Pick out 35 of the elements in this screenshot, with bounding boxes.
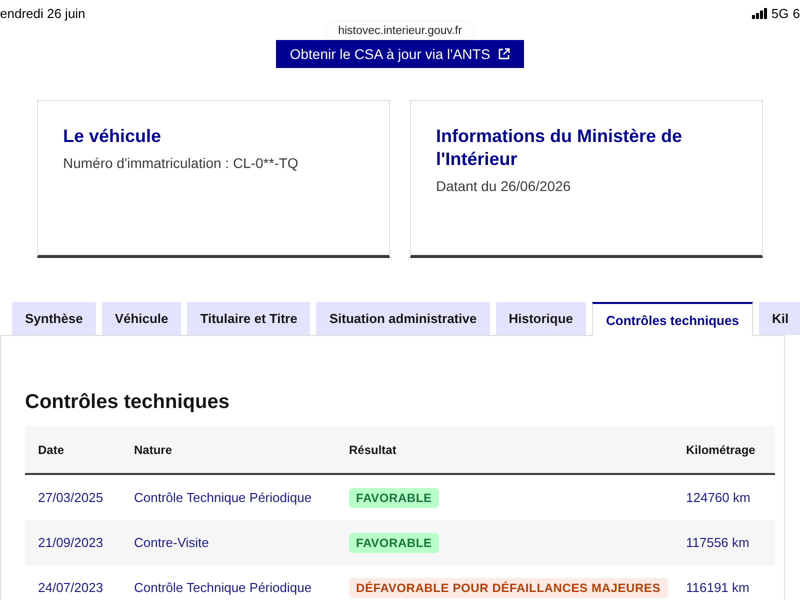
signal-icon: [752, 8, 768, 18]
battery-label: 6: [792, 6, 800, 20]
result-badge: FAVORABLE: [349, 532, 439, 552]
url-address[interactable]: histovec.interieur.gouv.fr: [327, 22, 473, 40]
card-text: Datant du 26/06/2026: [436, 177, 572, 196]
result-badge: FAVORABLE: [349, 488, 439, 508]
network-label: 5G: [771, 6, 789, 20]
tab[interactable]: Historique: [496, 302, 586, 335]
card-text: Numéro d'immatriculation : CL-0**-TQ: [63, 154, 300, 173]
tab[interactable]: Titulaire et Titre: [187, 302, 310, 335]
mileage-cell: 124760 km: [673, 474, 775, 520]
nature-cell: Contrôle Technique Périodique: [121, 474, 336, 520]
mileage-header: Kilométrage: [673, 426, 775, 474]
tab[interactable]: Synthèse: [12, 302, 96, 335]
tab[interactable]: Contrôles techniques: [592, 302, 753, 336]
csa-button[interactable]: Obtenir le CSA à jour via l'ANTS: [276, 40, 524, 68]
external-link-icon: [498, 48, 510, 60]
tab[interactable]: Kil: [758, 302, 800, 335]
date-cell: 24/07/2023: [25, 565, 121, 600]
mileage-cell: 117556 km: [673, 520, 775, 565]
result-header: Résultat: [336, 426, 673, 474]
date-cell: 27/03/2025: [25, 474, 121, 520]
mileage-cell: 116191 km: [673, 565, 775, 600]
date-header: Date: [25, 426, 121, 474]
date-cell: 21/09/2023: [25, 520, 121, 565]
tab[interactable]: Situation administrative: [316, 302, 490, 335]
card-title: Informations du Ministère de l'Intérieur: [436, 125, 684, 171]
status-date: endredi 26 juin: [0, 6, 86, 20]
section-heading: Contrôles techniques: [25, 390, 230, 415]
card-title: Le véhicule: [63, 125, 162, 148]
tab[interactable]: Véhicule: [102, 302, 182, 335]
nature-cell: Contre-Visite: [121, 520, 336, 565]
nature-header: Nature: [121, 426, 336, 474]
nature-cell: Contrôle Technique Périodique: [121, 565, 336, 600]
result-badge: DÉFAVORABLE POUR DÉFAILLANCES MAJEURES: [349, 578, 668, 598]
